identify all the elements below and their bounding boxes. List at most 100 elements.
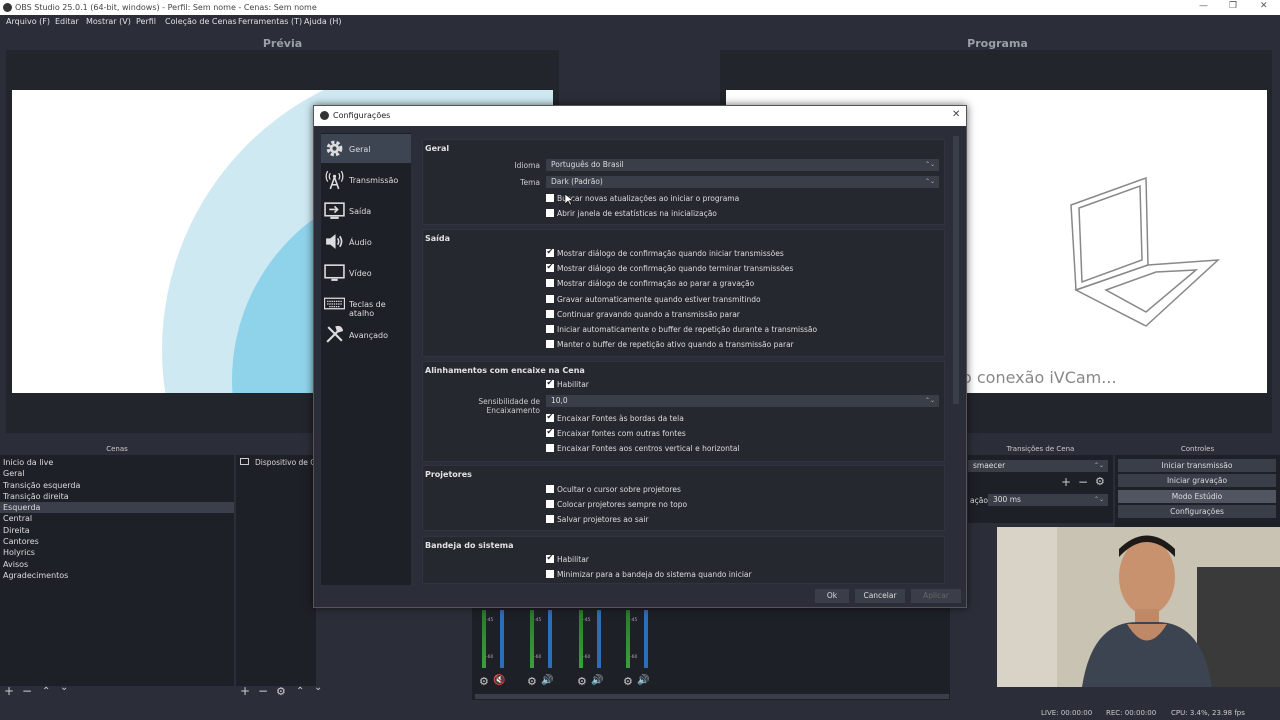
settings-scrollbar[interactable] bbox=[953, 136, 959, 404]
add-scene-icon[interactable]: + bbox=[4, 684, 14, 698]
mixer-horizontal-scrollbar[interactable] bbox=[475, 694, 949, 699]
transition-type-select[interactable]: smaecer ⌃⌄ bbox=[968, 460, 1108, 472]
checkbox[interactable] bbox=[546, 570, 554, 578]
scene-item[interactable]: Holyrics bbox=[0, 547, 234, 558]
speaker-icon[interactable]: 🔊 bbox=[637, 675, 649, 686]
menu-mostrar[interactable]: Mostrar (V) bbox=[86, 17, 131, 26]
check-confirm-iniciar[interactable]: Mostrar diálogo de confirmação quando in… bbox=[546, 247, 784, 259]
checkbox[interactable] bbox=[546, 412, 554, 422]
check-confirm-terminar[interactable]: Mostrar diálogo de confirmação quando te… bbox=[546, 262, 793, 274]
menu-arquivo[interactable]: Arquivo (F) bbox=[6, 17, 50, 26]
speaker-icon[interactable]: 🔊 bbox=[591, 675, 603, 686]
source-move-down-icon[interactable]: ⌄ bbox=[314, 682, 322, 693]
cancel-button[interactable]: Cancelar bbox=[855, 589, 905, 603]
check-snap-habilitar[interactable]: Habilitar bbox=[546, 378, 589, 390]
minimize-icon[interactable]: — bbox=[1199, 1, 1208, 11]
remove-transition-icon[interactable]: − bbox=[1078, 475, 1088, 489]
checkbox[interactable] bbox=[546, 209, 554, 217]
scene-item[interactable]: Cantores bbox=[0, 536, 234, 547]
check-minimizar-bandeja[interactable]: Minimizar para a bandeja do sistema quan… bbox=[546, 570, 752, 580]
check-snap-bordas[interactable]: Encaixar Fontes às bordas da tela bbox=[546, 412, 684, 424]
checkbox[interactable] bbox=[546, 325, 554, 333]
checkbox[interactable] bbox=[546, 378, 554, 388]
speaker-icon[interactable]: 🔊 bbox=[541, 675, 553, 686]
nav-item-audio[interactable]: Áudio bbox=[321, 227, 411, 256]
scene-item[interactable]: Transição direita bbox=[0, 491, 234, 502]
window-close-icon[interactable]: ✕ bbox=[1260, 1, 1268, 11]
duration-spinbox[interactable]: 300 ms ⌃⌄ bbox=[988, 494, 1108, 506]
muted-speaker-icon[interactable]: 🔇 bbox=[493, 675, 505, 686]
check-buscar-atualizacoes[interactable]: Buscar novas atualizações ao iniciar o p… bbox=[546, 194, 739, 204]
check-salvar-projetores[interactable]: Salvar projetores ao sair bbox=[546, 515, 649, 525]
checkbox[interactable] bbox=[546, 500, 554, 508]
remove-scene-icon[interactable]: − bbox=[22, 684, 32, 698]
start-recording-button[interactable]: Iniciar gravação bbox=[1118, 474, 1276, 487]
check-tray-habilitar[interactable]: Habilitar bbox=[546, 553, 589, 565]
check-abrir-estatisticas[interactable]: Abrir janela de estatísticas na iniciali… bbox=[546, 209, 717, 219]
remove-source-icon[interactable]: − bbox=[258, 684, 268, 698]
check-confirm-parar-gravacao[interactable]: Mostrar diálogo de confirmação ao parar … bbox=[546, 279, 754, 289]
menu-perfil[interactable]: Perfil bbox=[136, 17, 156, 26]
add-transition-icon[interactable]: + bbox=[1061, 475, 1071, 489]
checkbox[interactable] bbox=[546, 279, 554, 287]
check-snap-centros[interactable]: Encaixar Fontes aos centros vertical e h… bbox=[546, 444, 740, 454]
check-snap-fontes[interactable]: Encaixar fontes com outras fontes bbox=[546, 427, 686, 439]
scene-item-selected[interactable]: Esquerda bbox=[0, 502, 234, 514]
check-ocultar-cursor[interactable]: Ocultar o cursor sobre projetores bbox=[546, 485, 681, 495]
check-sempre-topo[interactable]: Colocar projetores sempre no topo bbox=[546, 500, 687, 510]
checkbox[interactable] bbox=[546, 194, 554, 202]
start-streaming-button[interactable]: Iniciar transmissão bbox=[1118, 459, 1276, 472]
check-iniciar-buffer[interactable]: Iniciar automaticamente o buffer de repe… bbox=[546, 325, 817, 335]
maximize-icon[interactable]: ❐ bbox=[1229, 1, 1237, 11]
checkbox[interactable] bbox=[546, 427, 554, 437]
nav-item-transmissao[interactable]: Transmissão bbox=[321, 165, 411, 194]
mixer-gear-icon[interactable]: ⚙ bbox=[479, 675, 489, 688]
scene-item[interactable]: Avisos bbox=[0, 559, 234, 570]
sensibilidade-spinbox[interactable]: 10,0 ⌃⌄ bbox=[546, 395, 939, 407]
tema-select[interactable]: Dark (Padrão) ⌃⌄ bbox=[546, 176, 939, 188]
menu-editar[interactable]: Editar bbox=[55, 17, 79, 26]
ok-button[interactable]: Ok bbox=[815, 589, 849, 603]
studio-mode-button[interactable]: Modo Estúdio bbox=[1118, 490, 1276, 503]
apply-button[interactable]: Aplicar bbox=[911, 589, 961, 603]
scene-item[interactable]: Direita bbox=[0, 525, 234, 536]
mixer-gear-icon[interactable]: ⚙ bbox=[527, 675, 537, 688]
menu-colecao-cenas[interactable]: Coleção de Cenas bbox=[165, 17, 237, 26]
scene-item[interactable]: Inicio da live bbox=[0, 457, 234, 468]
check-continuar-gravando[interactable]: Continuar gravando quando a transmissão … bbox=[546, 310, 740, 320]
group-bandeja: Bandeja do sistema Habilitar Minimizar p… bbox=[422, 536, 945, 584]
mixer-gear-icon[interactable]: ⚙ bbox=[623, 675, 633, 688]
nav-item-teclas-atalho[interactable]: Teclas de atalho bbox=[321, 289, 411, 318]
source-properties-gear-icon[interactable]: ⚙ bbox=[276, 685, 286, 698]
scene-item[interactable]: Geral bbox=[0, 468, 234, 479]
nav-item-avancado[interactable]: Avançado bbox=[321, 320, 411, 349]
check-gravar-auto[interactable]: Gravar automaticamente quando estiver tr… bbox=[546, 295, 761, 305]
move-down-icon[interactable]: ⌄ bbox=[60, 682, 68, 693]
menu-ajuda[interactable]: Ajuda (H) bbox=[304, 17, 342, 26]
check-manter-buffer[interactable]: Manter o buffer de repetição ativo quand… bbox=[546, 340, 794, 350]
nav-item-saida[interactable]: Saída bbox=[321, 196, 411, 225]
scene-item[interactable]: Transição esquerda bbox=[0, 480, 234, 491]
nav-item-geral[interactable]: Geral bbox=[321, 134, 411, 163]
add-source-icon[interactable]: + bbox=[240, 684, 250, 698]
nav-item-video[interactable]: Vídeo bbox=[321, 258, 411, 287]
checkbox[interactable] bbox=[546, 485, 554, 493]
checkbox[interactable] bbox=[546, 310, 554, 318]
checkbox[interactable] bbox=[546, 515, 554, 523]
checkbox[interactable] bbox=[546, 247, 554, 257]
scene-item[interactable]: Central bbox=[0, 513, 234, 524]
checkbox[interactable] bbox=[546, 444, 554, 452]
idioma-select[interactable]: Português do Brasil ⌃⌄ bbox=[546, 159, 939, 171]
checkbox[interactable] bbox=[546, 340, 554, 348]
menu-ferramentas[interactable]: Ferramentas (T) bbox=[238, 17, 302, 26]
move-up-icon[interactable]: ⌃ bbox=[42, 686, 50, 697]
checkbox[interactable] bbox=[546, 295, 554, 303]
mixer-gear-icon[interactable]: ⚙ bbox=[577, 675, 587, 688]
checkbox[interactable] bbox=[546, 262, 554, 272]
checkbox[interactable] bbox=[546, 553, 554, 563]
dialog-close-icon[interactable]: ✕ bbox=[952, 109, 960, 120]
scene-item[interactable]: Agradecimentos bbox=[0, 570, 234, 581]
source-move-up-icon[interactable]: ⌃ bbox=[296, 686, 304, 697]
transition-properties-gear-icon[interactable]: ⚙ bbox=[1095, 475, 1105, 488]
settings-button[interactable]: Configurações bbox=[1118, 505, 1276, 518]
